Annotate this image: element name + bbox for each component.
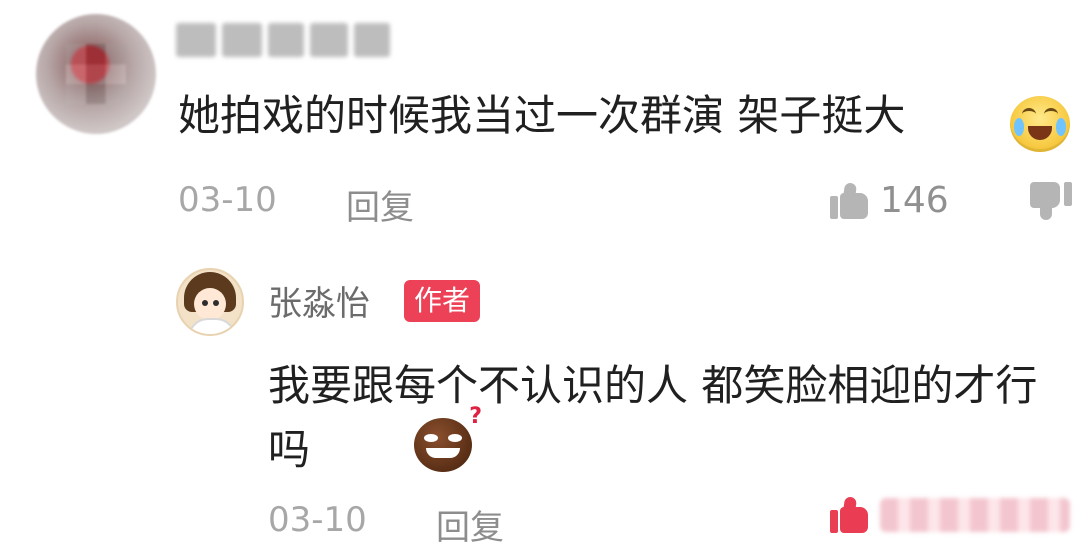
sly-question-emoji-icon: ? [414, 404, 482, 472]
author-avatar[interactable] [176, 268, 244, 336]
commenter-avatar-blurred[interactable] [36, 14, 156, 134]
reply-text: 我要跟每个不认识的人 都笑脸相迎的才行吗 [268, 361, 1038, 474]
blurred-like-area [880, 498, 1070, 532]
laughing-crying-emoji-icon [1010, 96, 1070, 152]
comment-text: 她拍戏的时候我当过一次群演 架子挺大 [178, 91, 906, 140]
like-button[interactable]: 146 [830, 180, 949, 221]
thumbs-up-icon [830, 181, 870, 219]
reply-date: 03-10 [268, 500, 367, 540]
author-name[interactable]: 张淼怡 [268, 276, 370, 325]
thumbs-up-icon [830, 496, 870, 533]
reply-button-2[interactable]: 回复 [436, 500, 504, 549]
comment-date: 03-10 [178, 180, 277, 220]
author-badge: 作者 [404, 280, 481, 322]
like-count: 146 [880, 180, 949, 221]
commenter-name-blurred [176, 18, 390, 62]
like-button-2[interactable] [830, 490, 1070, 540]
reply-button[interactable]: 回复 [346, 180, 414, 229]
dislike-button[interactable] [1030, 182, 1074, 222]
